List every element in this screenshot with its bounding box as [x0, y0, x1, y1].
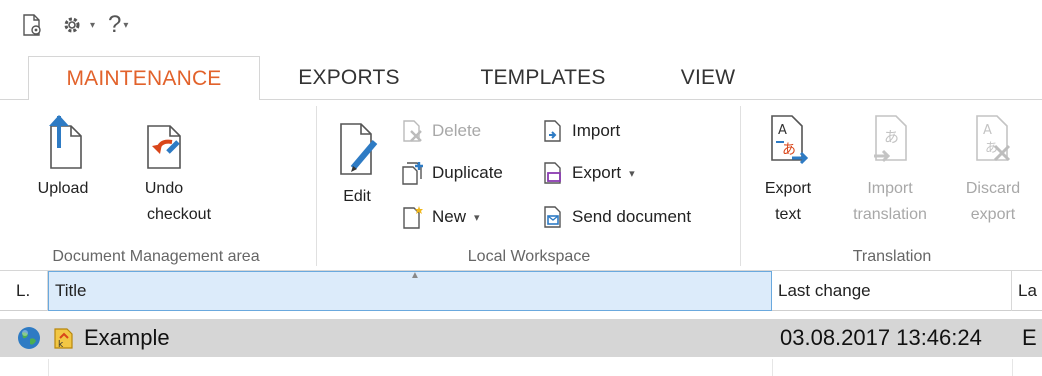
help-caret: ▾: [123, 19, 129, 31]
next-column-cell: E: [1022, 325, 1037, 350]
tab-templates[interactable]: TEMPLATES: [468, 56, 618, 100]
export-label: Export: [572, 163, 622, 182]
local-workspace-group-label: Local Workspace: [467, 248, 591, 265]
export-text-label-line1: Export: [764, 180, 812, 197]
delete-label: Delete: [432, 121, 482, 140]
export-text-label-line2: text: [775, 206, 801, 223]
duplicate-icon: [402, 162, 423, 185]
send-document-icon: [544, 206, 561, 228]
document-type-cell: k: [52, 319, 82, 357]
new-document-star-icon: [403, 206, 423, 229]
export-button[interactable]: Export ▾: [540, 158, 635, 188]
import-translation-button[interactable]: あ Import translation: [838, 112, 942, 228]
table-row[interactable]: k Example 03.08.2017 13:46:24 E: [0, 319, 1042, 357]
svg-text:k: k: [58, 340, 64, 350]
title-cell: Example: [84, 325, 170, 350]
lock-status-cell: [16, 319, 46, 357]
document-management-group: Upload Undo checkout Document Management…: [0, 100, 312, 270]
import-icon: [544, 120, 561, 142]
group-separator: [316, 106, 317, 266]
upload-button[interactable]: Upload: [28, 112, 98, 202]
discard-export-icon: A あ: [976, 115, 1011, 162]
local-workspace-group: Edit Delete Duplicate New ▾ Import Expor…: [318, 100, 740, 270]
import-translation-label-line2: translation: [853, 206, 927, 223]
new-document-button[interactable]: [20, 12, 44, 38]
new-dropdown-icon: ▾: [474, 211, 480, 224]
tab-exports[interactable]: EXPORTS: [284, 56, 414, 100]
import-label: Import: [572, 121, 621, 140]
send-document-label: Send document: [572, 207, 692, 226]
new-label: New: [432, 207, 467, 226]
duplicate-label: Duplicate: [432, 163, 503, 182]
upload-label: Upload: [37, 180, 89, 197]
settings-gear-icon: [64, 17, 80, 33]
import-translation-label-line1: Import: [867, 180, 913, 197]
delete-button[interactable]: Delete: [400, 116, 481, 146]
settings-caret: ▾: [90, 19, 96, 31]
upload-icon: [49, 115, 82, 169]
svg-text:あ: あ: [782, 142, 796, 158]
help-button[interactable]: ? ▾: [108, 11, 129, 38]
discard-export-label-line2: export: [970, 206, 1016, 223]
grid-divider: [1012, 359, 1013, 376]
settings-button[interactable]: ▾: [60, 12, 95, 38]
svg-text:A: A: [983, 123, 992, 138]
document-grid: L. Title ▲ Last change La k Example 03.0…: [0, 271, 1042, 376]
import-button[interactable]: Import: [540, 116, 620, 146]
quick-access-toolbar: ▾ ? ▾: [0, 0, 1042, 54]
grid-divider: [48, 359, 49, 376]
duplicate-button[interactable]: Duplicate: [400, 158, 503, 188]
new-button[interactable]: New ▾: [400, 202, 480, 232]
export-icon: [544, 162, 561, 184]
edit-label: Edit: [343, 188, 371, 205]
new-document-icon: [23, 14, 41, 36]
sort-ascending-icon: ▲: [410, 271, 420, 281]
export-text-button[interactable]: A あ Export text: [748, 112, 828, 228]
column-header-next[interactable]: La: [1012, 271, 1042, 311]
discard-export-label-line1: Discard: [965, 180, 1021, 197]
discard-export-button[interactable]: A あ Discard export: [952, 112, 1034, 228]
svg-text:A: A: [778, 123, 787, 138]
translation-group-label: Translation: [852, 248, 932, 265]
column-header-lock[interactable]: L.: [10, 271, 48, 311]
edit-icon: [340, 123, 378, 175]
grid-divider: [772, 359, 773, 376]
edit-button[interactable]: Edit: [332, 120, 382, 210]
column-header-last-change[interactable]: Last change: [772, 271, 1012, 311]
group-separator: [740, 106, 741, 266]
svg-text:あ: あ: [884, 128, 899, 146]
column-header-title-label: Title: [55, 281, 87, 300]
undo-label-line1: Undo: [144, 180, 184, 197]
send-document-button[interactable]: Send document: [540, 202, 691, 232]
tab-maintenance[interactable]: MAINTENANCE: [28, 56, 260, 100]
last-change-cell: 03.08.2017 13:46:24: [780, 325, 982, 350]
help-icon: ?: [108, 11, 122, 38]
ribbon-tabs: MAINTENANCE EXPORTS TEMPLATES VIEW: [0, 54, 1042, 100]
tab-view[interactable]: VIEW: [670, 56, 746, 100]
document-management-group-label: Document Management area: [52, 248, 260, 265]
ribbon: Upload Undo checkout Document Management…: [0, 99, 1042, 271]
import-translation-icon: あ: [874, 115, 907, 163]
export-dropdown-icon: ▾: [629, 167, 635, 180]
delete-icon: [403, 120, 422, 142]
undo-checkout-button[interactable]: Undo checkout: [116, 112, 212, 228]
translation-group: A あ Export text あ Import translation A あ…: [742, 100, 1042, 270]
undo-checkout-icon: [147, 125, 181, 169]
grid-header: L. Title ▲ Last change La: [0, 271, 1042, 311]
undo-label-line2: checkout: [146, 206, 212, 223]
column-header-title[interactable]: Title ▲: [48, 271, 772, 311]
export-text-icon: A あ: [771, 115, 809, 165]
globe-icon: [18, 327, 40, 349]
document-type-icon: k: [54, 328, 73, 350]
